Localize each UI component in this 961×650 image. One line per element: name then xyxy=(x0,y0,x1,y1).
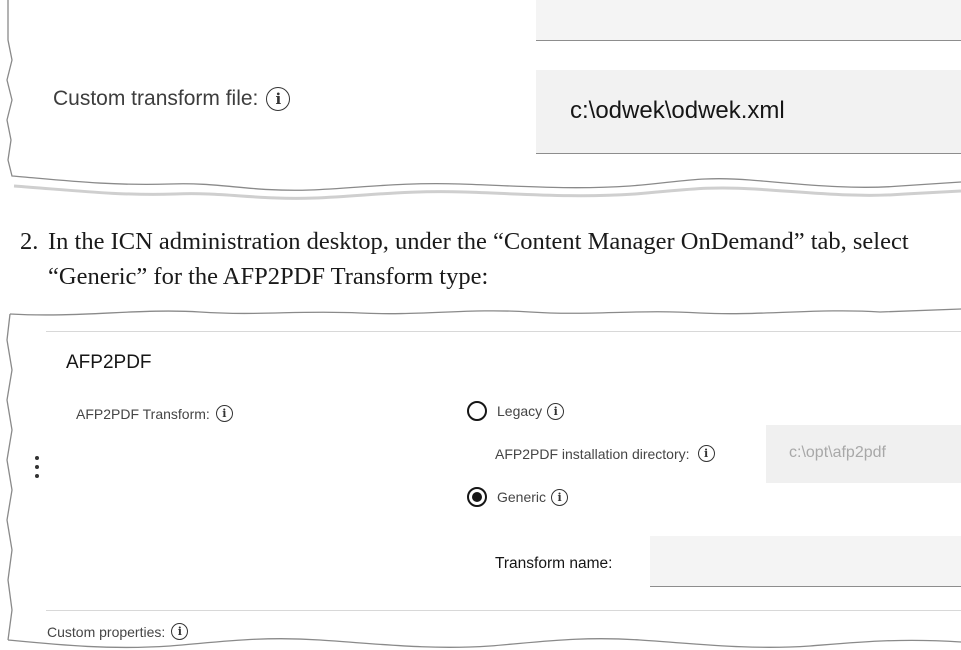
info-icon[interactable]: i xyxy=(697,445,715,462)
custom-properties-label: Custom properties: i xyxy=(47,623,189,640)
install-directory-label: AFP2PDF installation directory: i xyxy=(495,445,715,462)
transform-name-input[interactable] xyxy=(650,536,961,587)
generic-radio-label: Generic xyxy=(497,489,547,505)
transform-name-label: Transform name: xyxy=(495,555,613,572)
previous-input-field[interactable] xyxy=(536,0,961,41)
section-top-divider xyxy=(46,331,961,332)
info-icon[interactable]: i xyxy=(266,87,291,111)
install-directory-input[interactable]: c:\opt\afp2pdf xyxy=(766,425,961,483)
custom-transform-file-label-text: Custom transform file: xyxy=(53,87,259,110)
radio-unselected-icon[interactable] xyxy=(467,401,487,421)
kebab-menu-icon[interactable] xyxy=(34,456,40,478)
custom-transform-file-input[interactable]: c:\odwek\odwek.xml xyxy=(536,70,961,154)
install-directory-label-text: AFP2PDF installation directory: xyxy=(495,445,690,462)
legacy-radio-option[interactable]: Legacy i xyxy=(467,401,565,421)
step-number: 2. xyxy=(20,228,39,255)
info-icon[interactable]: i xyxy=(171,623,189,640)
install-directory-value: c:\opt\afp2pdf xyxy=(789,444,886,461)
section-bottom-divider xyxy=(46,610,961,611)
custom-transform-file-label: Custom transform file: i xyxy=(53,87,291,111)
info-icon[interactable]: i xyxy=(215,405,233,422)
info-icon[interactable]: i xyxy=(551,488,569,506)
info-icon[interactable]: i xyxy=(547,402,565,420)
legacy-radio-label: Legacy xyxy=(497,403,543,419)
afp2pdf-section-title: AFP2PDF xyxy=(66,352,152,373)
custom-properties-label-text: Custom properties: xyxy=(47,623,166,640)
custom-transform-file-value: c:\odwek\odwek.xml xyxy=(570,97,785,124)
afp2pdf-transform-label: AFP2PDF Transform: i xyxy=(76,405,233,422)
step-text: In the ICN administration desktop, under… xyxy=(48,228,909,290)
generic-radio-option[interactable]: Generic i xyxy=(467,487,569,507)
radio-selected-icon[interactable] xyxy=(467,487,487,507)
afp2pdf-transform-label-text: AFP2PDF Transform: xyxy=(76,405,210,422)
